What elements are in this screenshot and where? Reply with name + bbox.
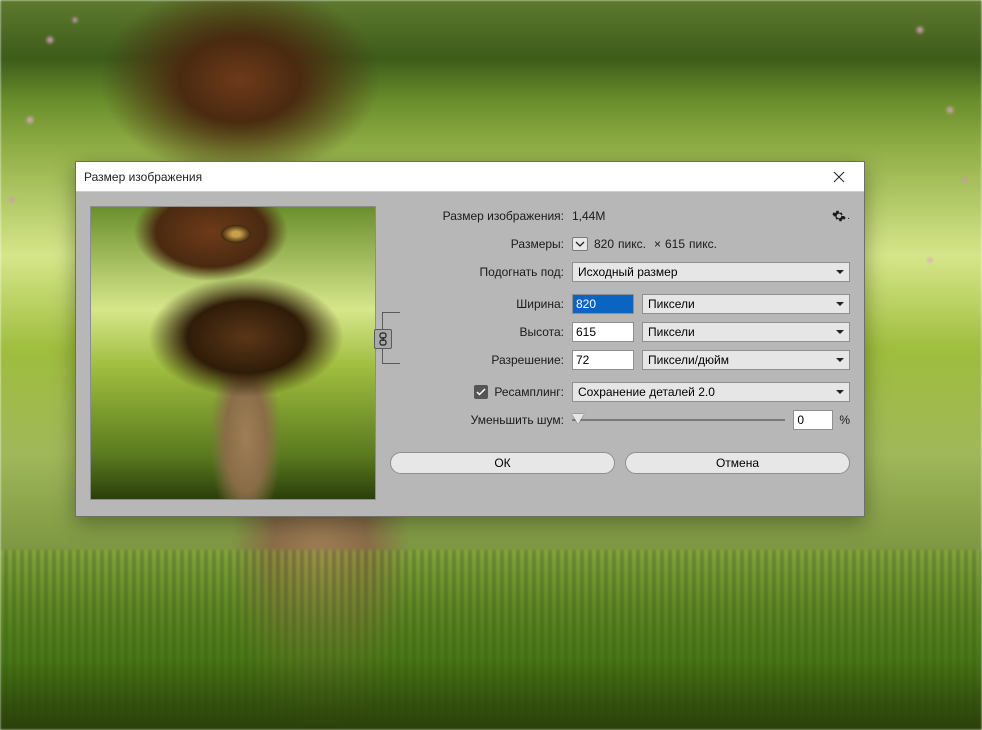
settings-gear-button[interactable]: . xyxy=(832,207,850,225)
dimensions-label: Размеры: xyxy=(390,237,572,251)
image-size-label: Размер изображения: xyxy=(390,209,572,223)
height-unit-select[interactable]: Пиксели xyxy=(642,322,850,342)
gear-icon xyxy=(832,209,846,223)
resolution-input[interactable] xyxy=(572,350,634,370)
close-icon xyxy=(833,171,845,183)
ok-button[interactable]: ОК xyxy=(390,452,615,474)
reduce-noise-input[interactable] xyxy=(793,410,833,430)
dialog-titlebar[interactable]: Размер изображения xyxy=(76,162,864,192)
close-button[interactable] xyxy=(822,163,856,191)
link-icon xyxy=(378,332,388,346)
cancel-button[interactable]: Отмена xyxy=(625,452,850,474)
reduce-noise-slider[interactable] xyxy=(572,411,785,429)
dimensions-width-unit: пикс. xyxy=(618,237,646,251)
dialog-title: Размер изображения xyxy=(84,170,822,184)
slider-thumb[interactable] xyxy=(572,414,584,424)
resample-checkbox[interactable] xyxy=(474,385,488,399)
width-input[interactable] xyxy=(572,294,634,314)
width-label: Ширина: xyxy=(390,297,572,311)
resolution-unit-select[interactable]: Пиксели/дюйм xyxy=(642,350,850,370)
dimensions-expand-toggle[interactable] xyxy=(572,237,588,251)
height-label: Высота: xyxy=(390,325,572,339)
reduce-noise-suffix: % xyxy=(839,413,850,427)
dimensions-times: × xyxy=(654,237,661,251)
width-unit-select[interactable]: Пиксели xyxy=(642,294,850,314)
dimensions-height-unit: пикс. xyxy=(689,237,717,251)
dimensions-height-value: 615 xyxy=(665,237,685,251)
preview-image xyxy=(91,207,375,499)
check-icon xyxy=(476,388,486,396)
height-input[interactable] xyxy=(572,322,634,342)
chevron-down-icon xyxy=(575,240,585,248)
fit-to-select[interactable]: Исходный размер xyxy=(572,262,850,282)
constrain-proportions-bracket xyxy=(382,312,400,364)
resample-label[interactable]: Ресамплинг: xyxy=(494,385,564,399)
resample-method-select[interactable]: Сохранение деталей 2.0 xyxy=(572,382,850,402)
preview-thumbnail[interactable] xyxy=(90,206,376,500)
image-size-value: 1,44M xyxy=(572,209,605,223)
gear-dot: . xyxy=(847,211,850,222)
slider-track xyxy=(572,419,785,421)
image-size-dialog: Размер изображения Размер изображения: 1… xyxy=(75,161,865,517)
dimensions-width-value: 820 xyxy=(594,237,614,251)
reduce-noise-label: Уменьшить шум: xyxy=(390,413,572,427)
resolution-label: Разрешение: xyxy=(390,353,572,367)
fit-to-label: Подогнать под: xyxy=(390,265,572,279)
constrain-proportions-toggle[interactable] xyxy=(374,329,392,349)
